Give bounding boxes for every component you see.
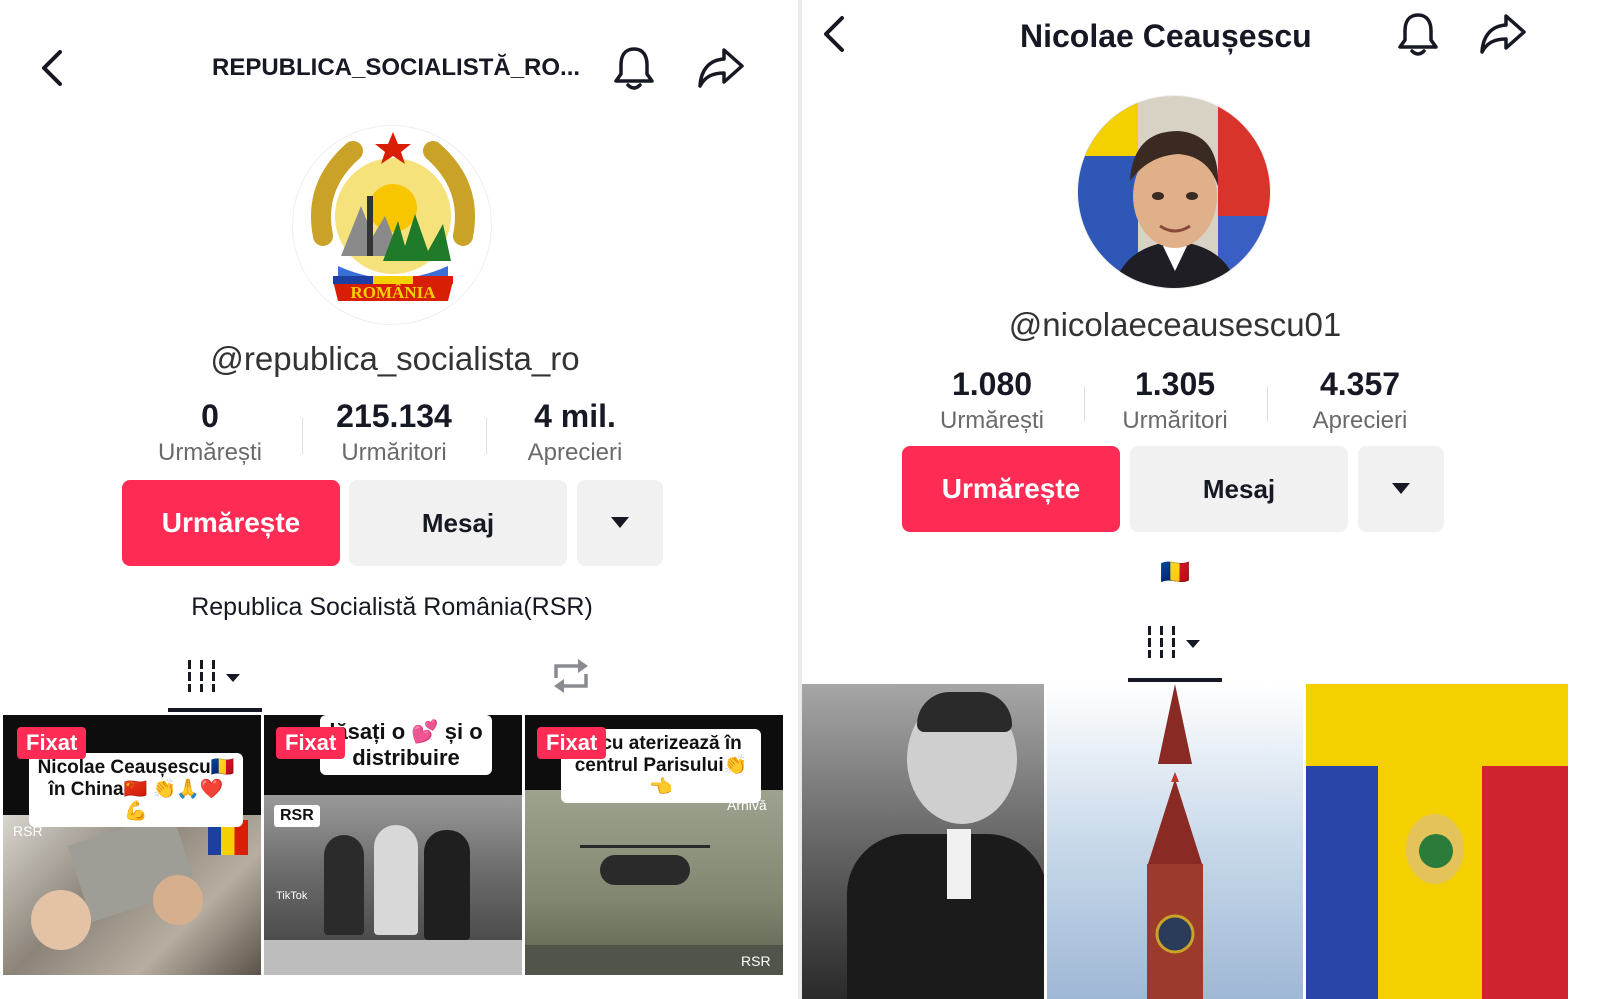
video-tag: RSR: [274, 805, 320, 827]
tab-videos[interactable]: [168, 652, 262, 712]
follow-button[interactable]: Urmărește: [122, 480, 340, 566]
coat-of-arms-logo: ROMÂNIA: [311, 132, 475, 302]
video-thumbnail[interactable]: [802, 684, 1044, 999]
page-title: REPUBLICA_SOCIALISTĂ_RO...: [212, 54, 581, 81]
profile-handle: @republica_socialista_ro: [210, 340, 580, 377]
stat-separator: [486, 418, 487, 454]
avatar[interactable]: [1077, 95, 1271, 289]
share-icon[interactable]: [696, 46, 746, 90]
chevron-left-icon[interactable]: [36, 48, 68, 88]
chevron-left-icon[interactable]: [818, 14, 850, 54]
stat-separator: [1267, 386, 1268, 422]
video-thumbnail[interactable]: lăsați o 💕 și o distribuire Fixat RSR Ti…: [264, 715, 522, 975]
stat-followers[interactable]: 215.134 Urmăritori: [314, 398, 474, 467]
message-button[interactable]: Mesaj: [1130, 446, 1348, 532]
share-icon[interactable]: [1478, 12, 1528, 56]
left-profile-screen: REPUBLICA_SOCIALISTĂ_RO... ROMÂNIA @repu…: [0, 0, 798, 999]
more-options-button[interactable]: [577, 480, 663, 566]
stat-likes[interactable]: 4 mil. Aprecieri: [505, 398, 645, 467]
video-tag: RSR: [741, 953, 771, 969]
page-title: Nicolae Ceaușescu: [1020, 18, 1312, 54]
caret-down-icon: [1392, 483, 1410, 494]
repost-icon[interactable]: [548, 654, 594, 698]
grid-icon: [1144, 626, 1200, 658]
caret-down-icon: [611, 517, 629, 528]
stat-separator: [302, 418, 303, 454]
message-button[interactable]: Mesaj: [349, 480, 567, 566]
pinned-badge: Fixat: [17, 727, 87, 759]
bell-icon[interactable]: [1396, 10, 1440, 58]
portrait-image: [1078, 96, 1270, 288]
video-thumbnail[interactable]: escu aterizează în centrul Parisului👏👈 F…: [525, 715, 783, 975]
right-profile-screen: Nicolae Ceaușescu @nicolaeceausescu01 1.…: [802, 0, 1600, 999]
grid-icon: [184, 660, 240, 692]
avatar[interactable]: ROMÂNIA: [292, 125, 492, 325]
tiktok-watermark: TikTok: [276, 890, 308, 902]
stat-separator: [1084, 386, 1085, 422]
stat-following[interactable]: 1.080 Urmărești: [922, 366, 1062, 435]
pinned-badge: Fixat: [276, 727, 346, 759]
follow-button[interactable]: Urmărește: [902, 446, 1120, 532]
stat-following[interactable]: 0 Urmărești: [140, 398, 280, 467]
stat-likes[interactable]: 4.357 Aprecieri: [1290, 366, 1430, 435]
video-thumbnail[interactable]: Nicolae Ceaușescu🇷🇴 în China🇨🇳 👏🙏❤️💪 Fix…: [3, 715, 261, 975]
profile-handle: @nicolaeceausescu01: [1008, 306, 1342, 343]
video-caption: lăsați o 💕 și o distribuire: [320, 715, 492, 775]
video-caption: Nicolae Ceaușescu🇷🇴 în China🇨🇳 👏🙏❤️💪: [29, 753, 243, 827]
video-tag: RSR: [13, 823, 43, 839]
profile-bio: 🇷🇴: [1160, 559, 1190, 586]
archive-label: Arhivă: [727, 797, 767, 813]
video-thumbnail[interactable]: [1047, 684, 1303, 999]
stat-followers[interactable]: 1.305 Urmăritori: [1105, 366, 1245, 435]
kremlin-tower-image: [1147, 684, 1203, 999]
svg-text:ROMÂNIA: ROMÂNIA: [351, 283, 437, 302]
tab-videos[interactable]: [1128, 618, 1222, 682]
video-thumbnail[interactable]: [1306, 684, 1568, 999]
bell-icon[interactable]: [612, 44, 656, 92]
profile-bio: Republica Socialistă România(RSR): [191, 593, 593, 621]
pinned-badge: Fixat: [537, 727, 607, 759]
more-options-button[interactable]: [1358, 446, 1444, 532]
